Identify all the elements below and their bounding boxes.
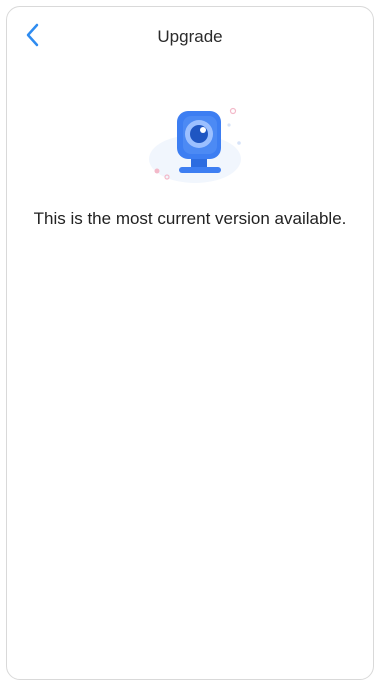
status-message: This is the most current version availab… (33, 209, 347, 228)
camera-icon (149, 107, 241, 183)
camera-illustration (139, 97, 255, 195)
navigation-bar: Upgrade (7, 7, 373, 65)
page-title: Upgrade (157, 27, 223, 46)
app-screen: Upgrade This is the most current version… (6, 6, 374, 680)
